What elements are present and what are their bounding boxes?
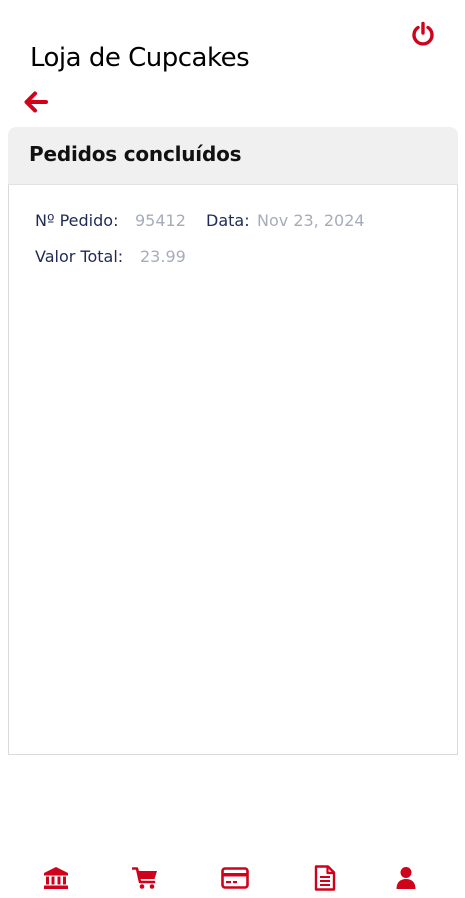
cart-icon — [132, 867, 157, 889]
logout-button[interactable] — [408, 19, 438, 49]
page-title: Loja de Cupcakes — [30, 43, 250, 73]
list-item[interactable]: Nº Pedido: 95412 Data: Nov 23, 2024 Valo… — [9, 185, 457, 275]
order-date-value: Nov 23, 2024 — [257, 211, 365, 230]
user-icon — [396, 867, 416, 889]
bank-icon — [44, 867, 68, 889]
nav-cart[interactable] — [125, 858, 165, 898]
nav-orders[interactable] — [305, 858, 345, 898]
panel-title: Pedidos concluídos — [29, 142, 242, 166]
order-number-label: Nº Pedido: — [35, 211, 119, 230]
panel-header: Pedidos concluídos — [8, 127, 458, 185]
bottom-navigation — [0, 858, 465, 898]
order-total-value: 23.99 — [140, 247, 186, 266]
order-date-label: Data: — [206, 211, 250, 230]
credit-card-icon — [221, 867, 249, 889]
arrow-left-icon — [24, 91, 48, 113]
back-button[interactable] — [22, 88, 50, 116]
nav-payment[interactable] — [215, 858, 255, 898]
power-icon — [412, 21, 434, 46]
completed-orders-panel: Pedidos concluídos Nº Pedido: 95412 Data… — [8, 127, 458, 755]
nav-bank[interactable] — [36, 858, 76, 898]
order-number-value: 95412 — [135, 211, 186, 230]
orders-list: Nº Pedido: 95412 Data: Nov 23, 2024 Valo… — [8, 185, 458, 755]
order-total-label: Valor Total: — [35, 247, 124, 266]
nav-profile[interactable] — [386, 858, 426, 898]
document-icon — [314, 865, 336, 891]
